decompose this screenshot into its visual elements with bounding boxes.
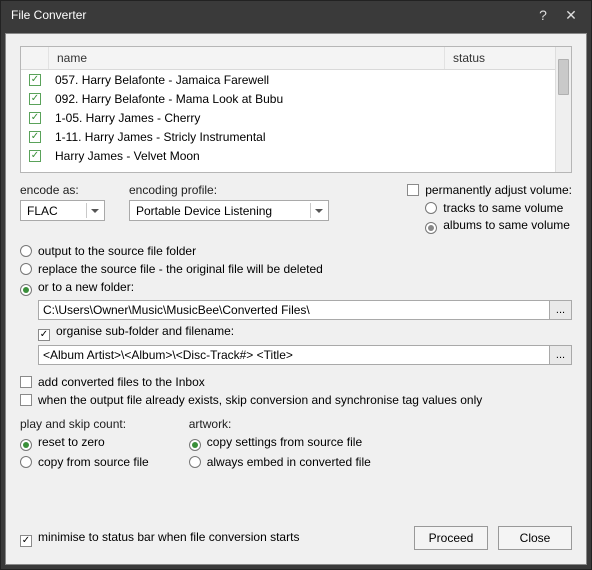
encode-as-select[interactable]: FLAC — [20, 200, 105, 221]
naming-pattern-input[interactable] — [38, 345, 550, 365]
dialog-body: name status 057. Harry Belafonte - Jamai… — [5, 33, 587, 565]
row-name: 1-05. Harry James - Cherry — [49, 111, 555, 125]
albums-to-same-volume-radio[interactable]: albums to same volume — [425, 218, 572, 234]
output-to-source-folder-radio[interactable]: output to the source file folder — [20, 244, 572, 258]
encoding-profile-value: Portable Device Listening — [136, 204, 272, 218]
output-folder-input[interactable] — [38, 300, 550, 320]
table-row[interactable]: 092. Harry Belafonte - Mama Look at Bubu — [21, 89, 555, 108]
tracks-to-same-volume-radio[interactable]: tracks to same volume — [425, 201, 572, 215]
table-row[interactable]: Harry James - Velvet Moon — [21, 146, 555, 165]
table-header: name status — [21, 47, 555, 70]
always-embed-artwork-radio[interactable]: always embed in converted file — [189, 455, 371, 469]
output-folder-path: ... — [38, 300, 572, 320]
window-title: File Converter — [11, 8, 86, 22]
encoding-profile-label: encoding profile: — [129, 183, 329, 197]
encode-row: encode as: FLAC encoding profile: Portab… — [20, 183, 572, 234]
encoding-profile-select[interactable]: Portable Device Listening — [129, 200, 329, 221]
row-name: 057. Harry Belafonte - Jamaica Farewell — [49, 73, 555, 87]
output-to-new-folder-radio[interactable]: or to a new folder: — [20, 280, 572, 296]
play-skip-heading: play and skip count: — [20, 417, 149, 431]
encode-as-label: encode as: — [20, 183, 115, 197]
permanently-adjust-volume-checkbox[interactable]: permanently adjust volume: — [407, 183, 572, 197]
file-converter-dialog: File Converter ? ✕ name status 057. Harr… — [0, 0, 592, 570]
close-window-button[interactable]: ✕ — [557, 5, 585, 25]
output-options: output to the source file folder replace… — [20, 244, 572, 365]
table-row[interactable]: 057. Harry Belafonte - Jamaica Farewell — [21, 70, 555, 89]
dialog-footer: minimise to status bar when file convers… — [20, 521, 572, 550]
table-rows: 057. Harry Belafonte - Jamaica Farewell 0… — [21, 70, 555, 172]
copy-from-source-radio[interactable]: copy from source file — [20, 455, 149, 469]
edit-pattern-button[interactable]: ... — [550, 345, 572, 365]
proceed-button[interactable]: Proceed — [414, 526, 488, 550]
close-button[interactable]: Close — [498, 526, 572, 550]
copy-artwork-settings-radio[interactable]: copy settings from source file — [189, 435, 371, 451]
chevron-down-icon — [86, 203, 102, 218]
scrollbar-thumb[interactable] — [558, 59, 569, 95]
artwork-heading: artwork: — [189, 417, 371, 431]
row-name: 092. Harry Belafonte - Mama Look at Bubu — [49, 92, 555, 106]
replace-source-file-radio[interactable]: replace the source file - the original f… — [20, 262, 572, 276]
help-button[interactable]: ? — [529, 5, 557, 25]
browse-folder-button[interactable]: ... — [550, 300, 572, 320]
skip-existing-checkbox[interactable]: when the output file already exists, ski… — [20, 393, 572, 407]
minimise-on-start-checkbox[interactable]: minimise to status bar when file convers… — [20, 530, 299, 547]
reset-to-zero-radio[interactable]: reset to zero — [20, 435, 149, 451]
organise-subfolder-checkbox[interactable]: organise sub-folder and filename: — [38, 324, 572, 341]
table-row[interactable]: 1-11. Harry James - Stricly Instrumental — [21, 127, 555, 146]
chevron-down-icon — [310, 203, 326, 218]
row-checkbox[interactable] — [29, 74, 41, 86]
row-checkbox[interactable] — [29, 93, 41, 105]
row-checkbox[interactable] — [29, 150, 41, 162]
file-table: name status 057. Harry Belafonte - Jamai… — [20, 46, 572, 173]
row-name: Harry James - Velvet Moon — [49, 149, 555, 163]
row-checkbox[interactable] — [29, 131, 41, 143]
add-to-inbox-checkbox[interactable]: add converted files to the Inbox — [20, 375, 572, 389]
header-name[interactable]: name — [49, 47, 445, 69]
header-check[interactable] — [21, 47, 49, 69]
extra-options: add converted files to the Inbox when th… — [20, 375, 572, 407]
row-name: 1-11. Harry James - Stricly Instrumental — [49, 130, 555, 144]
titlebar: File Converter ? ✕ — [1, 1, 591, 29]
encode-as-value: FLAC — [27, 204, 58, 218]
table-row[interactable]: 1-05. Harry James - Cherry — [21, 108, 555, 127]
play-artwork-row: play and skip count: reset to zero copy … — [20, 417, 572, 469]
row-checkbox[interactable] — [29, 112, 41, 124]
naming-pattern: ... — [38, 345, 572, 365]
vertical-scrollbar[interactable] — [555, 47, 571, 172]
header-status[interactable]: status — [445, 47, 555, 69]
